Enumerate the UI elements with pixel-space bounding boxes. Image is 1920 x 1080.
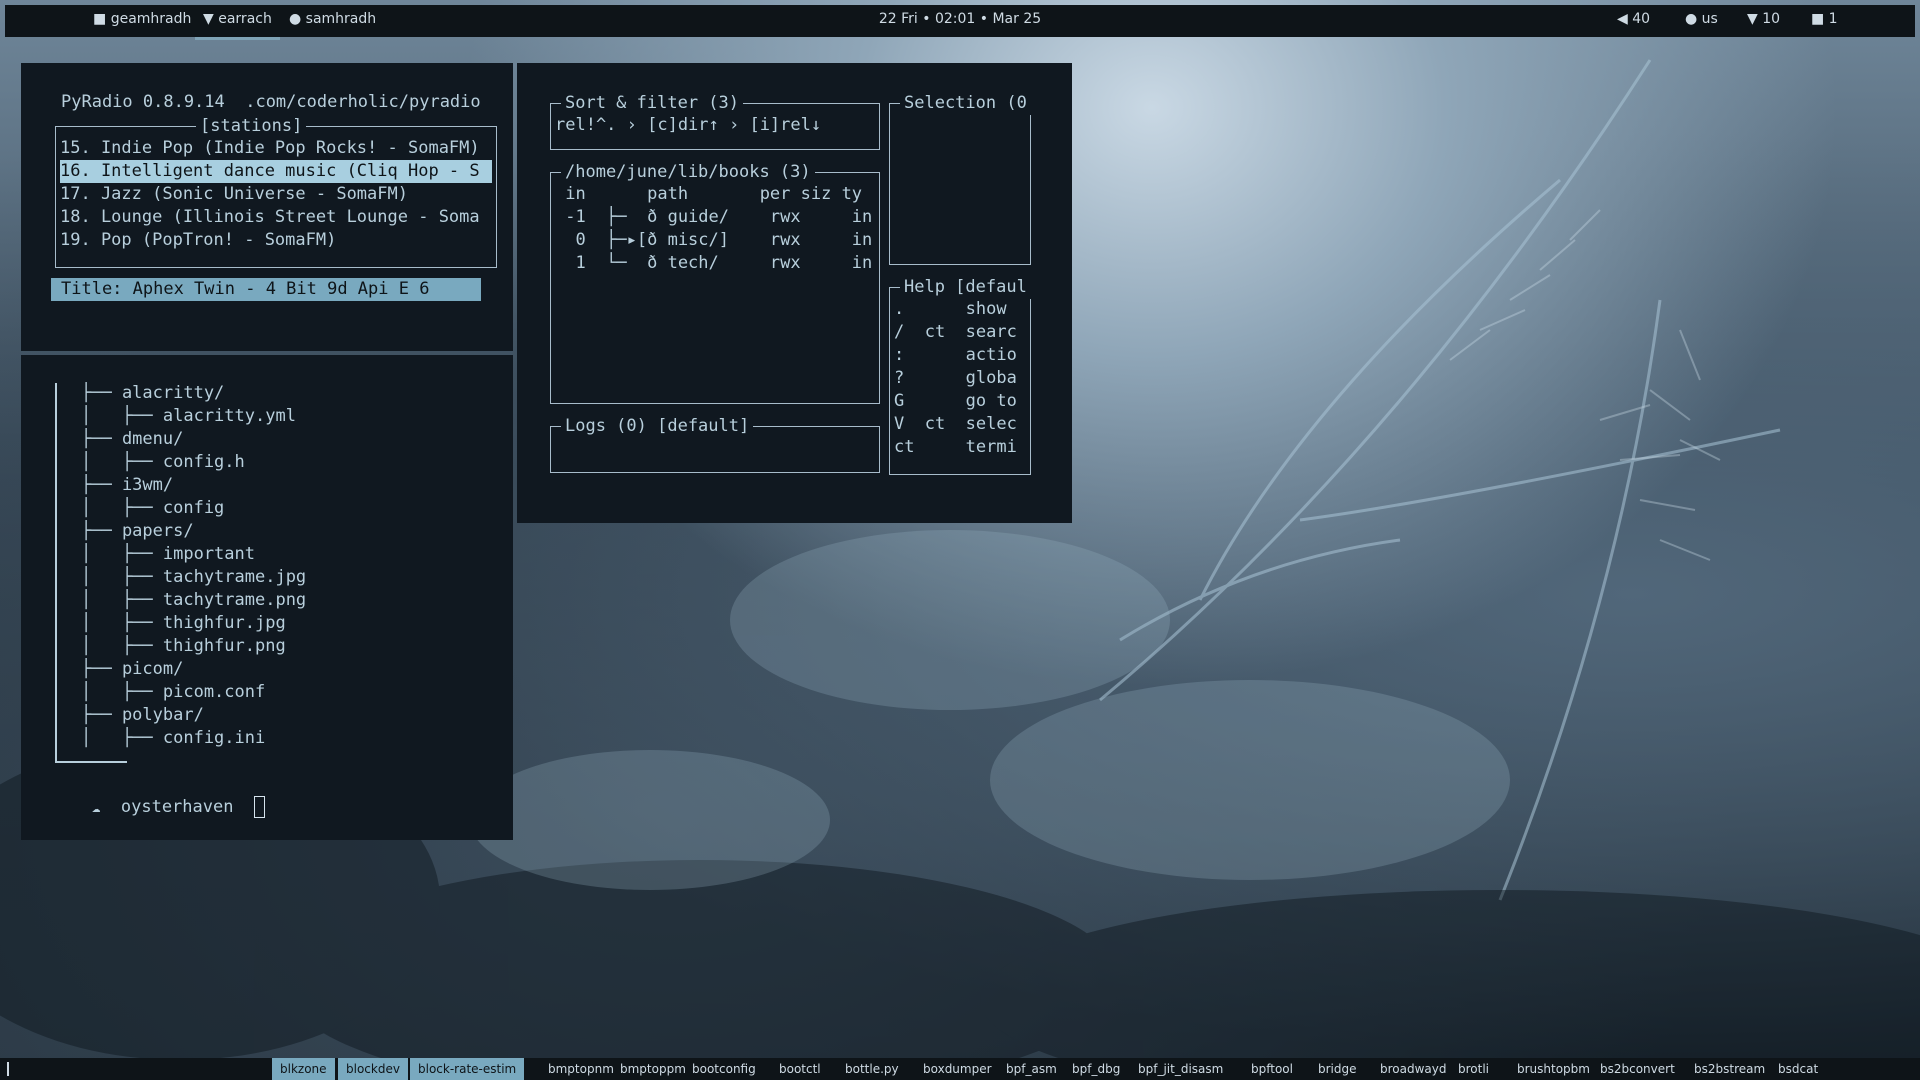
launcher-item[interactable]: bs2bconvert (1592, 1058, 1683, 1080)
tree-line: │ ├── config (81, 498, 225, 518)
launcher-item[interactable]: bootctl (771, 1058, 829, 1080)
directory-box[interactable]: /home/june/lib/books (3) in path per siz… (550, 161, 880, 404)
tree-root-line (55, 383, 57, 763)
help-line: ct termi (894, 437, 1017, 457)
help-line: . show (894, 299, 1007, 319)
station-item-selected[interactable]: 16. Intelligent dance music (Cliq Hop - … (60, 160, 492, 183)
tree-root-line (57, 761, 127, 763)
wifi-indicator[interactable]: ▼ 10 (1747, 5, 1780, 33)
launcher-item[interactable]: bottle.py (837, 1058, 907, 1080)
launcher-item[interactable]: brushtopbm (1509, 1058, 1598, 1080)
launcher-item[interactable]: bpf_asm (998, 1058, 1065, 1080)
tree-line: ├── dmenu/ (81, 429, 184, 449)
launcher-item[interactable]: bridge (1310, 1058, 1365, 1080)
launcher-item[interactable]: brotli (1450, 1058, 1497, 1080)
sort-filter-box[interactable]: Sort & filter (3) rel!^. › [c]dir↑ › [i]… (550, 92, 880, 150)
sort-filter-value: rel!^. › [c]dir↑ › [i]rel↓ (555, 115, 822, 135)
station-item[interactable]: 19. Pop (PopTron! - SomaFM) (60, 229, 336, 252)
tree-line: │ ├── config.ini (81, 728, 266, 748)
table-header: in path per siz ty (555, 184, 863, 204)
launcher-item[interactable]: bpftool (1243, 1058, 1301, 1080)
station-item[interactable]: 17. Jazz (Sonic Universe - SomaFM) (60, 183, 408, 206)
station-item[interactable]: 15. Indie Pop (Indie Pop Rocks! - SomaFM… (60, 137, 480, 160)
tree-line: ├── papers/ (81, 521, 194, 541)
shell-prompt[interactable]: ☁ oysterhaven (51, 773, 265, 843)
launcher-item[interactable]: bs2bstream (1686, 1058, 1773, 1080)
launcher-bar: blkzone blockdev block-rate-estim bmptopnm b… (0, 1058, 1920, 1080)
launcher-item[interactable]: boxdumper (915, 1058, 1000, 1080)
pyradio-header: PyRadio 0.8.9.14 .com/coderholic/pyradio (61, 92, 481, 112)
help-line: V ct selec (894, 414, 1017, 434)
now-playing-bar: Title: Aphex Twin - 4 Bit 9d Api E 6 (51, 278, 481, 301)
launcher-item[interactable]: block-rate-estim (410, 1058, 525, 1080)
launcher-item[interactable]: bmptoppm (612, 1058, 694, 1080)
file-manager-window[interactable]: Sort & filter (3) rel!^. › [c]dir↑ › [i]… (517, 63, 1072, 523)
tree-line: │ ├── config.h (81, 452, 245, 472)
prompt-hostname: oysterhaven (120, 797, 234, 817)
top-status-bar: ■ geamhradh ▼ earrach ● samhradh 22 Fri … (5, 5, 1915, 40)
stations-box: [stations] 15. Indie Pop (Indie Pop Rock… (55, 115, 497, 268)
station-item[interactable]: 18. Lounge (Illinois Street Lounge - Som… (60, 206, 492, 229)
tree-line: │ ├── thighfur.png (81, 636, 286, 656)
launcher-item[interactable]: bpf_jit_disasm (1130, 1058, 1231, 1080)
tree-line: │ ├── important (81, 544, 255, 564)
help-line: / ct searc (894, 322, 1017, 342)
help-line: G go to (894, 391, 1017, 411)
tree-line: │ ├── tachytrame.png (81, 590, 307, 610)
tree-line: ├── alacritty/ (81, 383, 225, 403)
help-title: Help [defaul (900, 276, 1031, 299)
launcher-item[interactable]: bootconfig (684, 1058, 764, 1080)
table-row[interactable]: -1 ├─ ð guide/ rwx in (555, 206, 872, 229)
tree-line: ├── polybar/ (81, 705, 204, 725)
logs-title: Logs (0) [default] (561, 415, 754, 438)
tree-line: │ ├── alacritty.yml (81, 406, 296, 426)
launcher-item[interactable]: blockdev (338, 1058, 408, 1080)
stations-title: [stations] (196, 115, 307, 138)
help-line: : actio (894, 345, 1017, 365)
tree-line: │ ├── tachytrame.jpg (81, 567, 307, 587)
help-box: Help [defaul . show / ct searc : actio ?… (889, 276, 1031, 475)
tree-line: ├── i3wm/ (81, 475, 174, 495)
volume-indicator[interactable]: ◀ 40 (1617, 5, 1650, 33)
help-line: ? globa (894, 368, 1017, 388)
pyradio-window[interactable]: PyRadio 0.8.9.14 .com/coderholic/pyradio… (21, 63, 513, 351)
table-row-selected[interactable]: 0 ├─▸[ð misc/] rwx in (555, 229, 872, 252)
keyboard-layout-indicator[interactable]: ● us (1685, 5, 1718, 33)
tree-terminal-window[interactable]: ├── alacritty/ │ ├── alacritty.yml ├── d… (21, 355, 513, 840)
launcher-item[interactable]: blkzone (272, 1058, 335, 1080)
directory-path-title: /home/june/lib/books (3) (561, 161, 815, 184)
cloud-icon: ☁ (91, 800, 101, 816)
sort-filter-title: Sort & filter (3) (561, 92, 743, 115)
launcher-item[interactable]: bpf_dbg (1064, 1058, 1128, 1080)
tree-line: │ ├── thighfur.jpg (81, 613, 286, 633)
tree-line: │ ├── picom.conf (81, 682, 266, 702)
launcher-item[interactable]: bsdcat (1770, 1058, 1826, 1080)
table-row[interactable]: 1 └─ ð tech/ rwx in (555, 252, 872, 275)
launcher-item[interactable]: bmptopnm (540, 1058, 622, 1080)
logs-box: Logs (0) [default] (550, 415, 880, 473)
text-cursor (253, 796, 265, 818)
input-cursor (7, 1062, 9, 1076)
misc-indicator[interactable]: ■ 1 (1811, 5, 1838, 33)
selection-title: Selection (0 (900, 92, 1031, 115)
selection-box: Selection (0 (889, 92, 1031, 265)
launcher-item[interactable]: broadwayd (1372, 1058, 1455, 1080)
tree-line: ├── picom/ (81, 659, 184, 679)
